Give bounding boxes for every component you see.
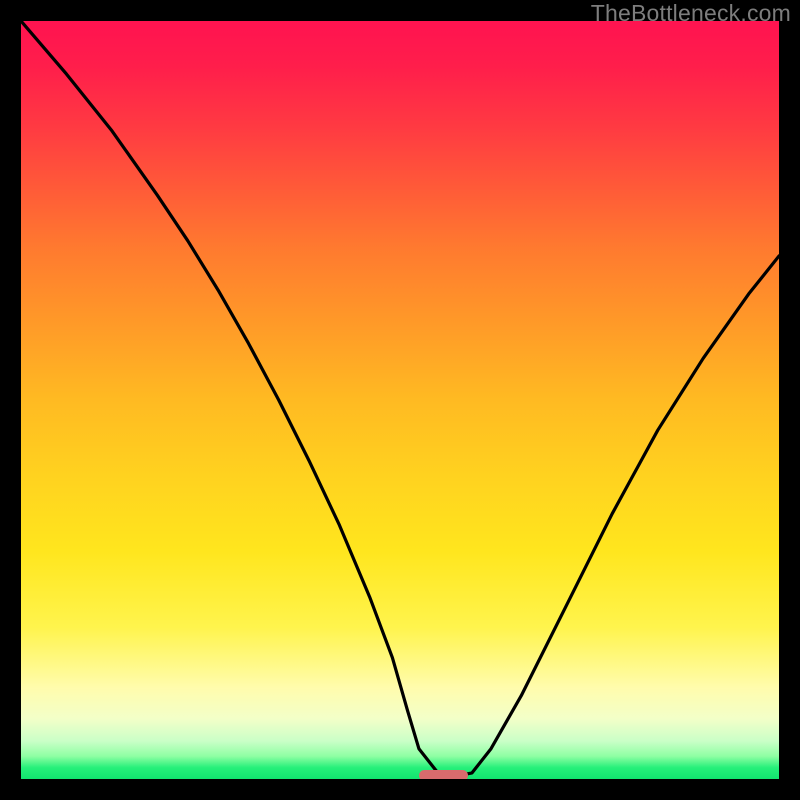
bottleneck-curve (21, 21, 779, 779)
watermark-text: TheBottleneck.com (591, 0, 791, 27)
plot-area (21, 21, 779, 779)
optimal-marker (419, 770, 468, 779)
chart-frame: TheBottleneck.com (0, 0, 800, 800)
